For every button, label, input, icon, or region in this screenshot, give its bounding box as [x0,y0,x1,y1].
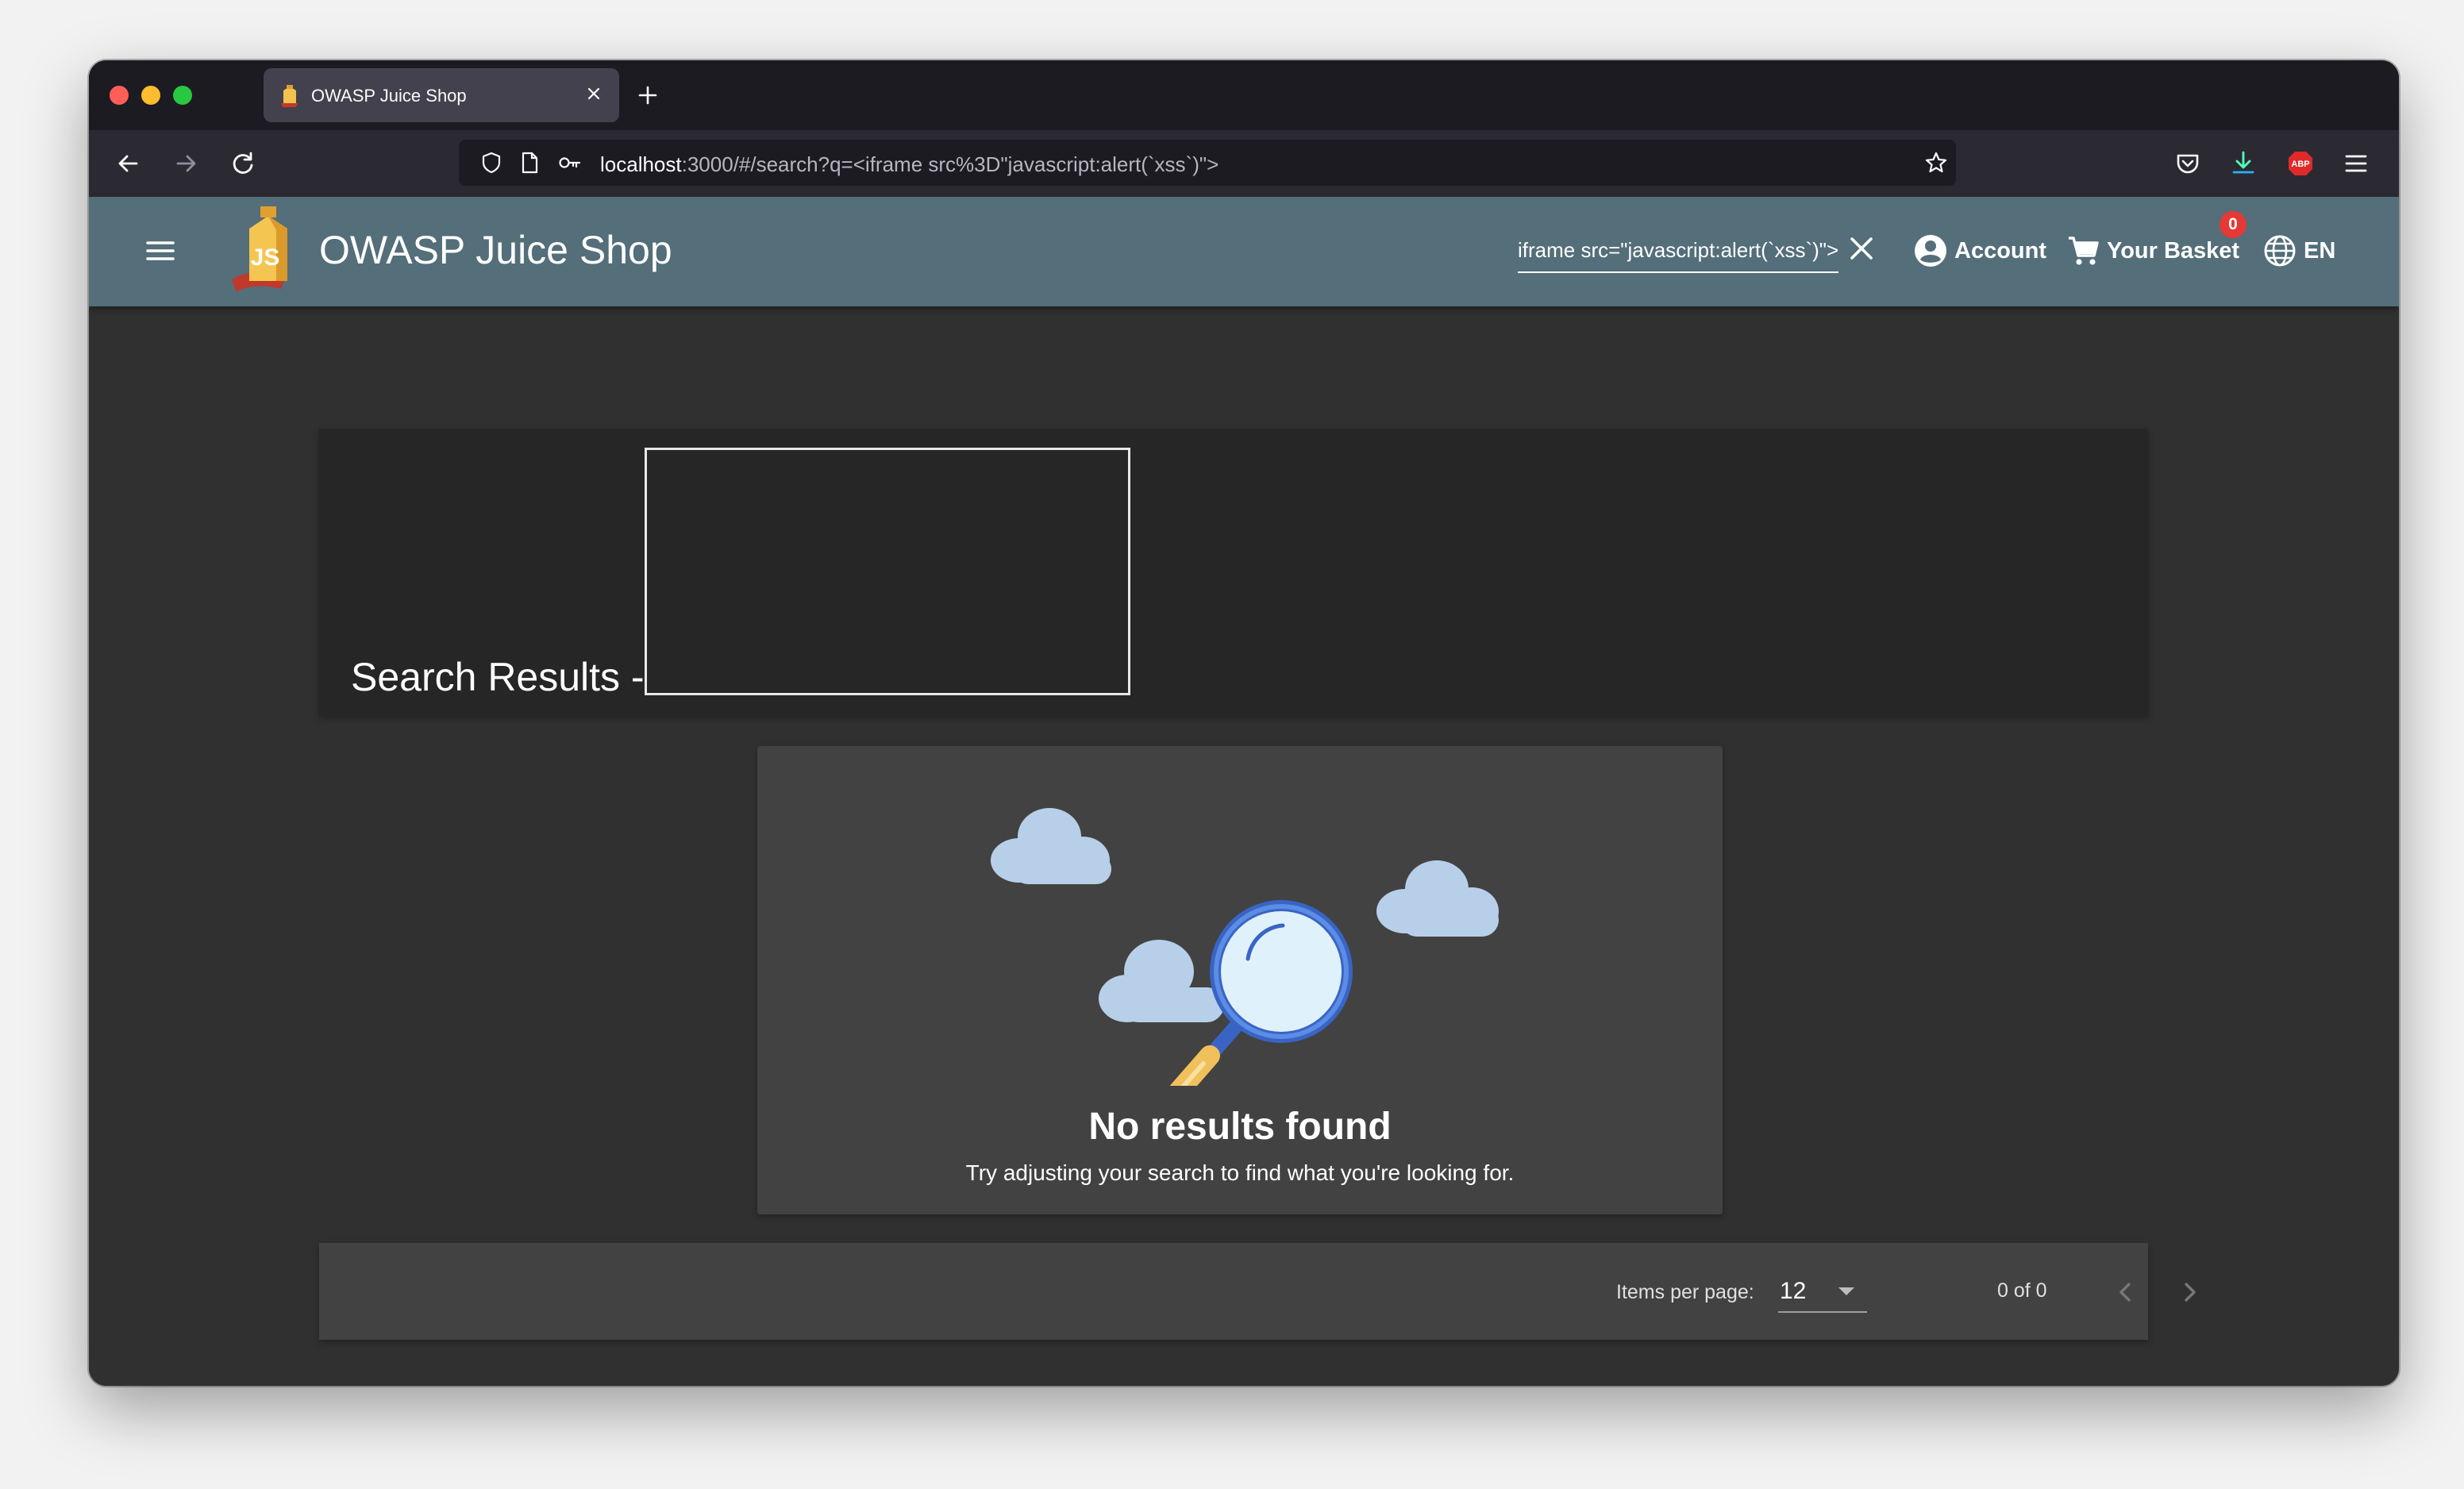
search-results-heading: Search Results - [351,655,645,699]
basket-button[interactable]: Your Basket [2066,229,2239,273]
shield-icon[interactable] [479,151,503,175]
url-bar[interactable]: localhost:3000/#/search?q=<iframe src%3D… [459,140,1956,186]
language-label: EN [2304,237,2336,264]
search-results-heading-card: Search Results - [319,429,2148,716]
no-results-illustration-icon [991,808,1499,1086]
page-range-label: 0 of 0 [1997,1279,2047,1302]
forward-arrow-icon[interactable] [168,146,203,181]
key-icon[interactable] [557,151,581,175]
browser-tabstrip: OWASP Juice Shop [89,60,2399,130]
items-per-page-select[interactable]: 12 [1778,1272,1867,1313]
window-zoom-button[interactable] [173,86,192,105]
url-path: :3000/#/search?q=<iframe src%3D"javascri… [681,152,1219,176]
injected-iframe[interactable] [645,448,1130,695]
no-results-title: No results found [1088,1106,1392,1148]
paginator: Items per page: 12 0 of 0 [319,1243,2196,1340]
adblock-plus-icon[interactable]: ABP [2283,146,2318,181]
browser-menu-icon[interactable] [2339,146,2374,181]
window-minimize-button[interactable] [141,86,160,105]
shopping-cart-icon [2069,237,2099,265]
web-page: JS OWASP Juice Shop Account [89,197,2399,1386]
browser-window: OWASP Juice Shop localhost:3000/#/search… [89,60,2399,1386]
reload-icon[interactable] [225,146,260,181]
globe-icon [2264,235,2296,267]
url-host: localhost [600,152,682,176]
tab-close-icon[interactable] [583,83,605,105]
no-results-subtitle: Try adjusting your search to find what y… [965,1160,1515,1185]
back-arrow-icon[interactable] [111,146,146,181]
basket-count-badge: 0 [2220,211,2246,238]
browser-navbar: localhost:3000/#/search?q=<iframe src%3D… [89,130,2399,198]
items-per-page-label: Items per page: [1616,1281,1754,1303]
juice-shop-favicon-icon [281,85,298,107]
tab-title: OWASP Juice Shop [311,86,467,106]
sidenav-menu-icon[interactable] [143,233,178,268]
bookmark-star-icon[interactable] [1924,151,1948,175]
language-button[interactable]: EN [2262,229,2335,273]
search-input[interactable] [1518,232,1838,268]
url-text[interactable]: localhost:3000/#/search?q=<iframe src%3D… [600,152,1219,177]
dropdown-arrow-icon [1838,1287,1854,1295]
previous-page-icon[interactable] [2108,1275,2143,1310]
pocket-icon[interactable] [2170,146,2205,181]
downloads-icon[interactable] [2226,146,2261,181]
account-button[interactable]: Account [1913,229,2046,273]
next-page-icon[interactable] [2172,1275,2207,1310]
basket-label: Your Basket [2107,237,2240,264]
no-results-card: No results found Try adjusting your sear… [757,746,1723,1214]
search-field[interactable] [1518,232,1838,273]
clear-search-icon[interactable] [1845,232,1878,265]
account-label: Account [1954,237,2046,264]
account-circle-icon [1915,235,1946,267]
app-toolbar: JS OWASP Juice Shop Account [89,197,2399,306]
page-info-icon[interactable] [518,151,541,175]
app-title[interactable]: OWASP Juice Shop [319,227,672,273]
svg-text:ABP: ABP [2291,160,2309,169]
window-close-button[interactable] [110,86,129,105]
juice-shop-logo-icon[interactable]: JS [229,205,305,294]
new-tab-icon[interactable] [633,81,662,110]
items-per-page-value: 12 [1780,1278,1807,1304]
svg-text:JS: JS [251,244,280,271]
browser-tab[interactable]: OWASP Juice Shop [264,68,619,122]
